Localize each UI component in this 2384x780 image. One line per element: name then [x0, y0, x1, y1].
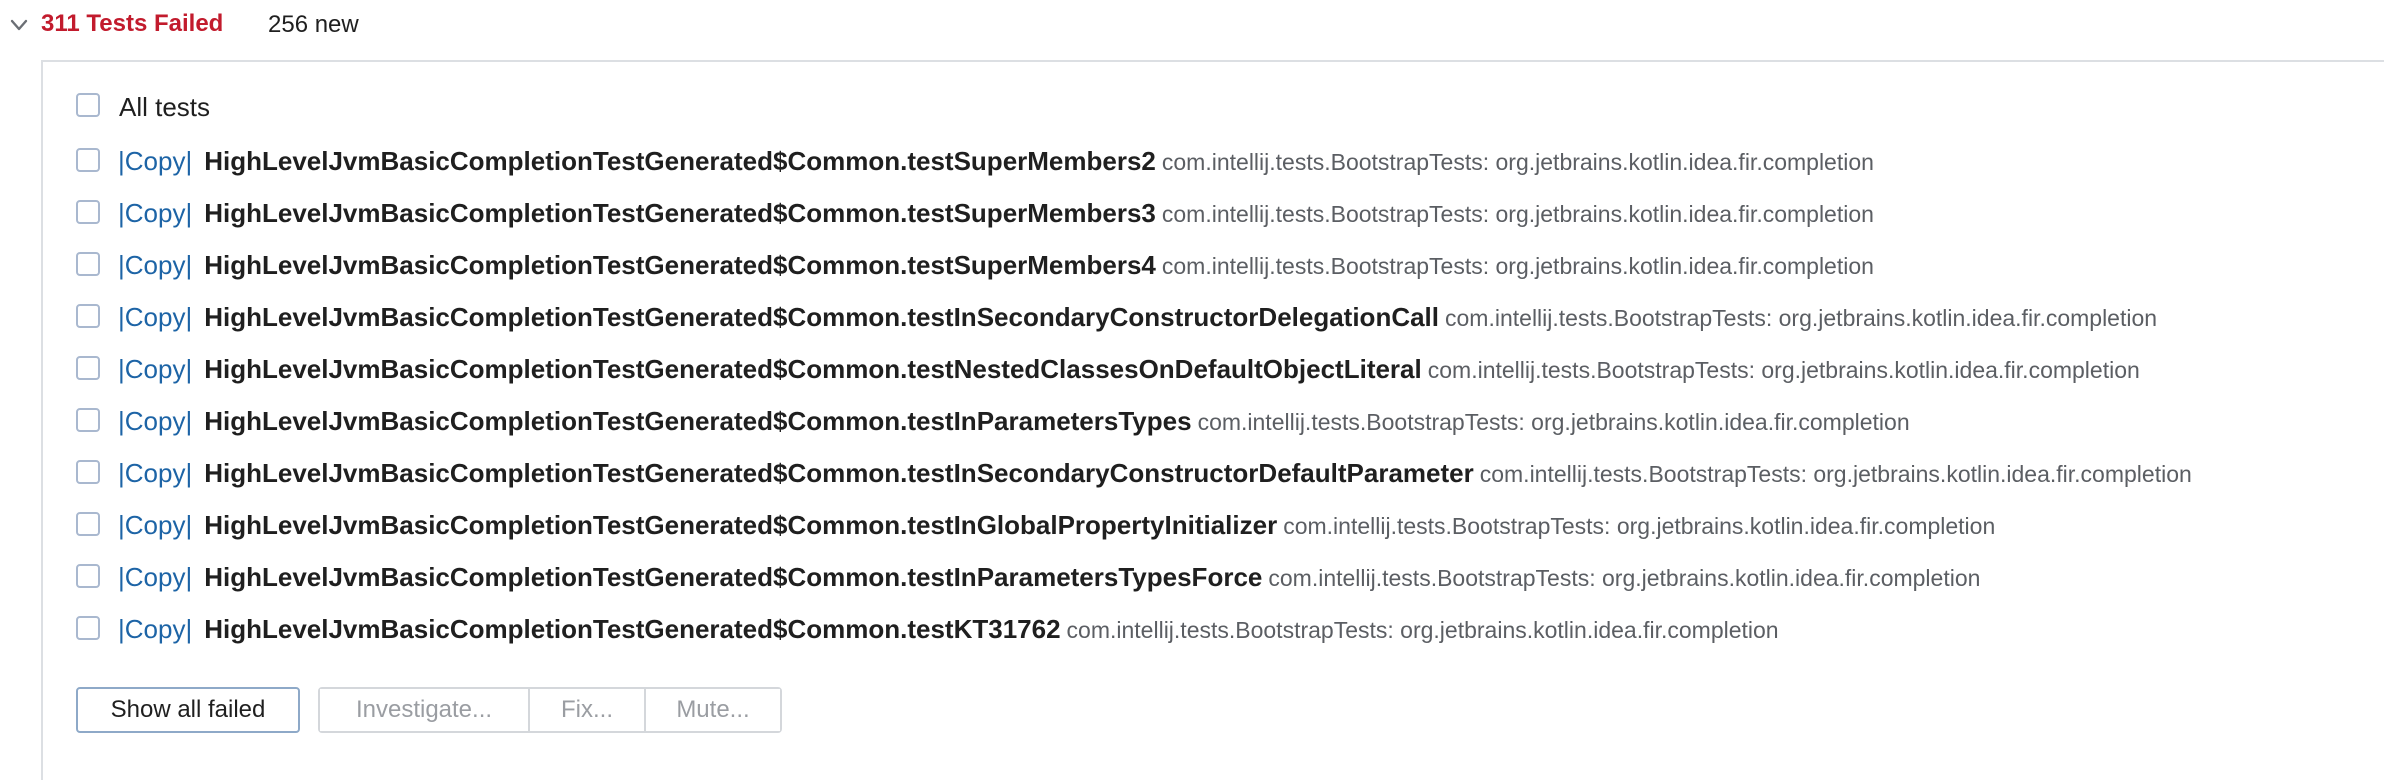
test-package: com.intellij.tests.BootstrapTests: org.j… [1445, 305, 2158, 331]
test-name[interactable]: HighLevelJvmBasicCompletionTestGenerated… [204, 250, 1156, 280]
test-checkbox[interactable] [76, 408, 100, 432]
test-name[interactable]: HighLevelJvmBasicCompletionTestGenerated… [204, 458, 1474, 488]
copy-link[interactable]: |Copy| [118, 198, 192, 228]
mute-button[interactable]: Mute... [644, 689, 780, 731]
test-name[interactable]: HighLevelJvmBasicCompletionTestGenerated… [204, 198, 1156, 228]
copy-link[interactable]: |Copy| [118, 250, 192, 280]
test-checkbox[interactable] [76, 304, 100, 328]
test-package: com.intellij.tests.BootstrapTests: org.j… [1283, 513, 1996, 539]
test-checkbox[interactable] [76, 616, 100, 640]
copy-link[interactable]: |Copy| [118, 146, 192, 176]
test-package: com.intellij.tests.BootstrapTests: org.j… [1161, 149, 1874, 175]
test-checkbox[interactable] [76, 252, 100, 276]
copy-link[interactable]: |Copy| [118, 458, 192, 488]
test-package: com.intellij.tests.BootstrapTests: org.j… [1197, 409, 1910, 435]
investigate-button[interactable]: Investigate... [320, 689, 528, 731]
test-checkbox[interactable] [76, 148, 100, 172]
show-all-failed-button[interactable]: Show all failed [76, 687, 300, 733]
test-name[interactable]: HighLevelJvmBasicCompletionTestGenerated… [204, 354, 1422, 384]
test-checkbox[interactable] [76, 564, 100, 588]
test-name[interactable]: HighLevelJvmBasicCompletionTestGenerated… [204, 146, 1156, 176]
test-checkbox[interactable] [76, 512, 100, 536]
test-checkbox[interactable] [76, 200, 100, 224]
test-checkbox[interactable] [76, 460, 100, 484]
test-package: com.intellij.tests.BootstrapTests: org.j… [1066, 617, 1779, 643]
copy-link[interactable]: |Copy| [118, 614, 192, 644]
test-name[interactable]: HighLevelJvmBasicCompletionTestGenerated… [204, 562, 1262, 592]
test-name[interactable]: HighLevelJvmBasicCompletionTestGenerated… [204, 614, 1060, 644]
test-package: com.intellij.tests.BootstrapTests: org.j… [1268, 565, 1981, 591]
test-package: com.intellij.tests.BootstrapTests: org.j… [1479, 461, 2192, 487]
copy-link[interactable]: |Copy| [118, 510, 192, 540]
test-package: com.intellij.tests.BootstrapTests: org.j… [1161, 201, 1874, 227]
copy-link[interactable]: |Copy| [118, 354, 192, 384]
test-name[interactable]: HighLevelJvmBasicCompletionTestGenerated… [204, 406, 1191, 436]
test-checkbox[interactable] [76, 356, 100, 380]
test-name[interactable]: HighLevelJvmBasicCompletionTestGenerated… [204, 302, 1439, 332]
copy-link[interactable]: |Copy| [118, 562, 192, 592]
test-package: com.intellij.tests.BootstrapTests: org.j… [1161, 253, 1874, 279]
chevron-down-icon[interactable] [8, 14, 30, 36]
copy-link[interactable]: |Copy| [118, 406, 192, 436]
action-button-group: Investigate... Fix... Mute... [318, 687, 782, 733]
new-count-label: 256 new [268, 11, 359, 38]
all-tests-label: All tests [119, 92, 211, 122]
all-tests-checkbox[interactable] [76, 93, 100, 117]
failed-count-title[interactable]: 311 Tests Failed [41, 10, 223, 38]
test-package: com.intellij.tests.BootstrapTests: org.j… [1427, 357, 2140, 383]
copy-link[interactable]: |Copy| [118, 302, 192, 332]
test-name[interactable]: HighLevelJvmBasicCompletionTestGenerated… [204, 510, 1277, 540]
fix-button[interactable]: Fix... [528, 689, 644, 731]
